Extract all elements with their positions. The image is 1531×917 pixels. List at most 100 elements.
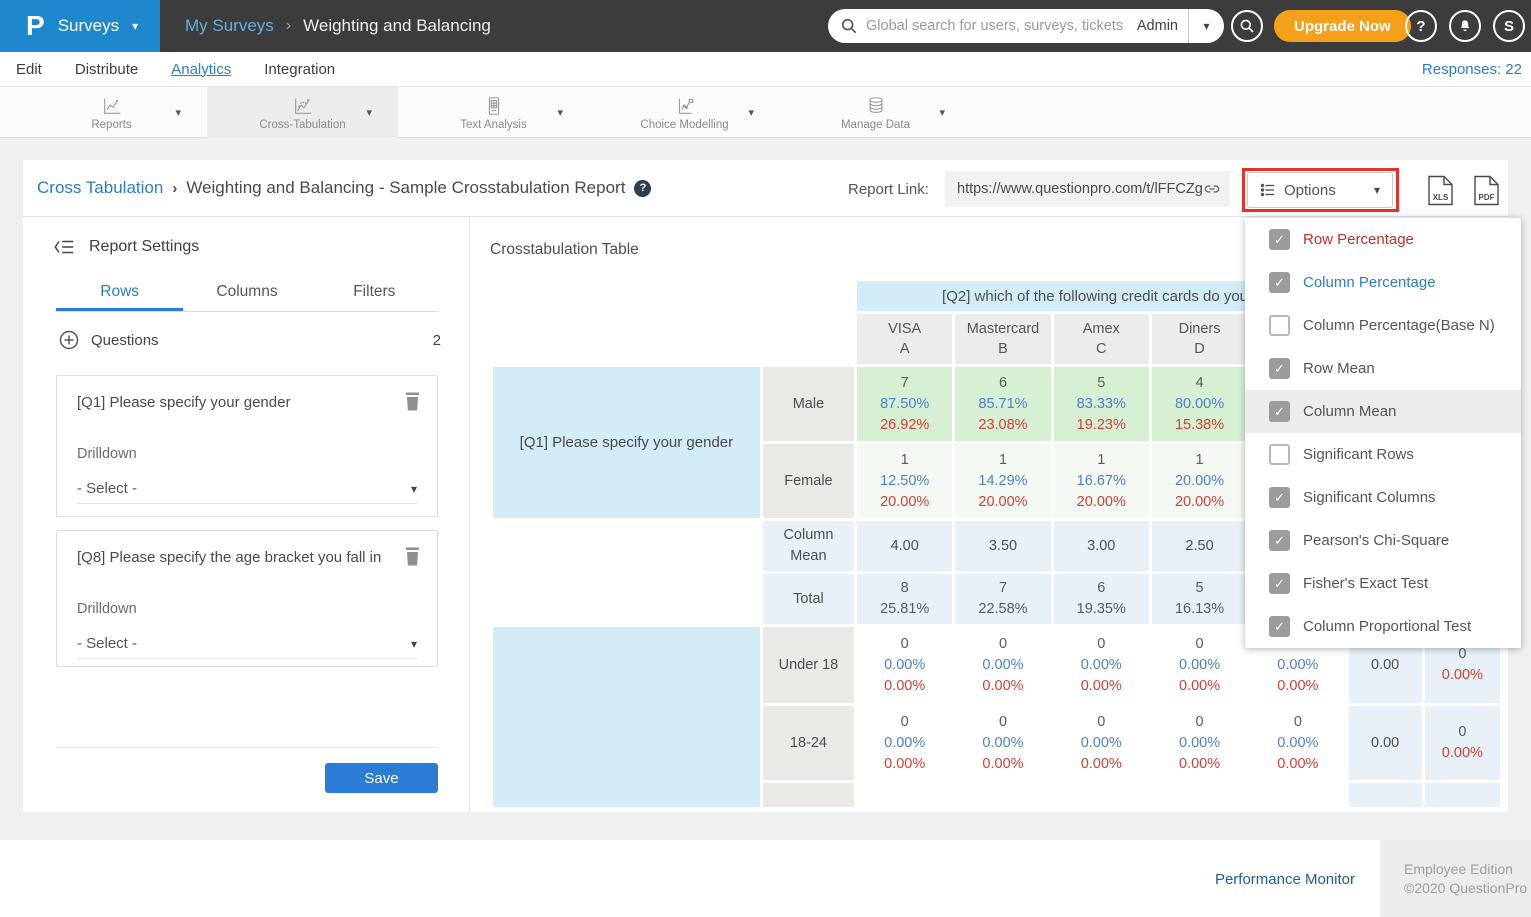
trash-icon — [404, 547, 421, 566]
performance-monitor-link[interactable]: Performance Monitor — [1215, 871, 1355, 888]
checkbox-checked-icon[interactable]: ✓ — [1269, 487, 1290, 508]
add-question-icon[interactable] — [59, 330, 79, 350]
row-question-cell — [493, 627, 760, 807]
col-header-mastercard: MastercardB — [955, 314, 1050, 364]
report-settings-toggle[interactable]: Report Settings — [53, 237, 199, 257]
row-mean-cell: 0.00 — [1349, 706, 1422, 780]
data-cell: 619.35% — [1054, 574, 1149, 624]
data-cell: 825.81% — [857, 574, 952, 624]
data-cell: 120.00%20.00% — [1152, 444, 1247, 518]
nav-analytics[interactable]: Analytics — [171, 61, 231, 78]
notifications-button[interactable] — [1449, 10, 1481, 42]
report-header: Cross Tabulation › Weighting and Balanci… — [23, 160, 1508, 217]
nav-edit[interactable]: Edit — [16, 61, 42, 78]
checkbox-checked-icon[interactable]: ✓ — [1269, 358, 1290, 379]
option-pearsons-chi-square[interactable]: ✓ Pearson's Chi-Square — [1245, 519, 1521, 562]
data-cell: 00.00%0.00% — [857, 627, 952, 703]
caret-down-icon[interactable]: ▾ — [557, 106, 563, 119]
option-fishers-exact-test[interactable]: ✓ Fisher's Exact Test — [1245, 562, 1521, 605]
search-scope-dropdown[interactable]: ▾ — [1188, 9, 1224, 43]
data-cell: 4.00 — [857, 521, 952, 571]
report-link-url[interactable]: https://www.questionpro.com/t/lFFCZg — [957, 181, 1202, 197]
tool-choice-modelling[interactable]: Choice Modelling ▾ — [589, 87, 780, 138]
tab-rows[interactable]: Rows — [56, 279, 183, 311]
trash-icon — [404, 392, 421, 411]
checkbox-checked-icon[interactable]: ✓ — [1269, 530, 1290, 551]
delete-question-button[interactable] — [404, 547, 421, 566]
option-column-mean[interactable]: ✓ Column Mean — [1245, 390, 1521, 433]
checkbox-checked-icon[interactable]: ✓ — [1269, 573, 1290, 594]
search-scope-label: Admin — [1127, 18, 1188, 34]
row-label: Column Mean — [763, 521, 854, 571]
global-search: Admin ▾ — [828, 9, 1224, 43]
tool-text-analysis[interactable]: Text Analysis ▾ — [398, 87, 589, 138]
crosstab-chart-icon — [292, 95, 314, 117]
checkbox-checked-icon[interactable]: ✓ — [1269, 229, 1290, 250]
option-row-mean[interactable]: ✓ Row Mean — [1245, 347, 1521, 390]
option-significant-columns[interactable]: ✓ Significant Columns — [1245, 476, 1521, 519]
user-avatar[interactable]: S — [1493, 10, 1525, 42]
product-switcher[interactable]: P Surveys ▾ — [0, 0, 160, 52]
option-significant-rows[interactable]: Significant Rows — [1245, 433, 1521, 476]
choice-modelling-icon — [674, 95, 696, 117]
caret-down-icon: ▾ — [411, 637, 417, 651]
copyright-label: ©2020 QuestionPro — [1404, 879, 1531, 898]
tool-cross-tabulation[interactable]: Cross-Tabulation ▾ — [207, 87, 398, 138]
row-label: Total — [763, 574, 854, 624]
link-icon[interactable] — [1202, 179, 1222, 199]
option-row-percentage[interactable]: ✓ Row Percentage — [1245, 218, 1521, 261]
checkbox-checked-icon[interactable]: ✓ — [1269, 401, 1290, 422]
checkbox-checked-icon[interactable]: ✓ — [1269, 272, 1290, 293]
save-button[interactable]: Save — [325, 763, 438, 793]
tab-columns[interactable]: Columns — [183, 279, 310, 311]
collapse-menu-icon — [53, 237, 75, 257]
data-cell: 116.67%20.00% — [1054, 444, 1149, 518]
chevron-right-icon: › — [286, 17, 291, 35]
total-cell: 00.00% — [1425, 706, 1500, 780]
breadcrumb-my-surveys[interactable]: My Surveys — [185, 16, 274, 36]
options-button[interactable]: Options ▾ — [1247, 172, 1393, 208]
drilldown-select[interactable]: - Select - ▾ — [77, 474, 417, 504]
crosstab-title: Crosstabulation Table — [490, 241, 639, 259]
export-pdf-button[interactable]: PDF — [1473, 175, 1500, 206]
checkbox-unchecked-icon[interactable] — [1269, 315, 1290, 336]
caret-down-icon[interactable]: ▾ — [748, 106, 754, 119]
data-cell: 00.00%0.00% — [857, 706, 952, 780]
tool-manage-data[interactable]: Manage Data ▾ — [780, 87, 971, 138]
row-label: Under 18 — [763, 627, 854, 703]
caret-down-icon[interactable]: ▾ — [175, 106, 181, 119]
tool-reports[interactable]: Reports ▾ — [16, 87, 207, 138]
search-icon — [840, 17, 858, 35]
export-xls-button[interactable]: XLS — [1427, 175, 1454, 206]
responses-count: Responses: 22 — [1422, 52, 1522, 87]
edition-panel: Employee Edition ©2020 QuestionPro — [1380, 840, 1531, 917]
drilldown-select[interactable]: - Select - ▾ — [77, 629, 417, 659]
chevron-right-icon: › — [172, 180, 177, 197]
help-button[interactable]: ? — [1405, 10, 1437, 42]
option-column-proportional-test[interactable]: ✓ Column Proportional Test — [1245, 605, 1521, 648]
option-column-percentage-base-n[interactable]: Column Percentage(Base N) — [1245, 304, 1521, 347]
cross-tabulation-link[interactable]: Cross Tabulation — [37, 178, 163, 198]
option-column-percentage[interactable]: ✓ Column Percentage — [1245, 261, 1521, 304]
settings-tabs: Rows Columns Filters — [56, 279, 438, 312]
page-footer: Performance Monitor Employee Edition ©20… — [0, 840, 1531, 917]
delete-question-button[interactable] — [404, 392, 421, 411]
caret-down-icon[interactable]: ▾ — [366, 106, 372, 119]
data-cell: 00.00%0.00% — [1152, 627, 1247, 703]
nav-distribute[interactable]: Distribute — [75, 61, 138, 78]
checkbox-unchecked-icon[interactable] — [1269, 444, 1290, 465]
tab-filters[interactable]: Filters — [311, 279, 438, 311]
col-header-diners: DinersD — [1152, 314, 1247, 364]
breadcrumb-survey-name: Weighting and Balancing — [303, 16, 491, 36]
report-help-icon[interactable]: ? — [634, 180, 651, 197]
divider — [56, 747, 438, 748]
nav-integration[interactable]: Integration — [264, 61, 335, 78]
search-submit-button[interactable] — [1231, 10, 1263, 42]
search-input[interactable] — [866, 18, 1127, 34]
question-card-q8: [Q8] Please specify the age bracket you … — [56, 530, 438, 667]
checkbox-checked-icon[interactable]: ✓ — [1269, 616, 1290, 637]
report-settings-title: Report Settings — [89, 238, 199, 256]
drilldown-label: Drilldown — [77, 446, 137, 462]
upgrade-now-button[interactable]: Upgrade Now — [1274, 10, 1411, 42]
caret-down-icon[interactable]: ▾ — [939, 106, 945, 119]
